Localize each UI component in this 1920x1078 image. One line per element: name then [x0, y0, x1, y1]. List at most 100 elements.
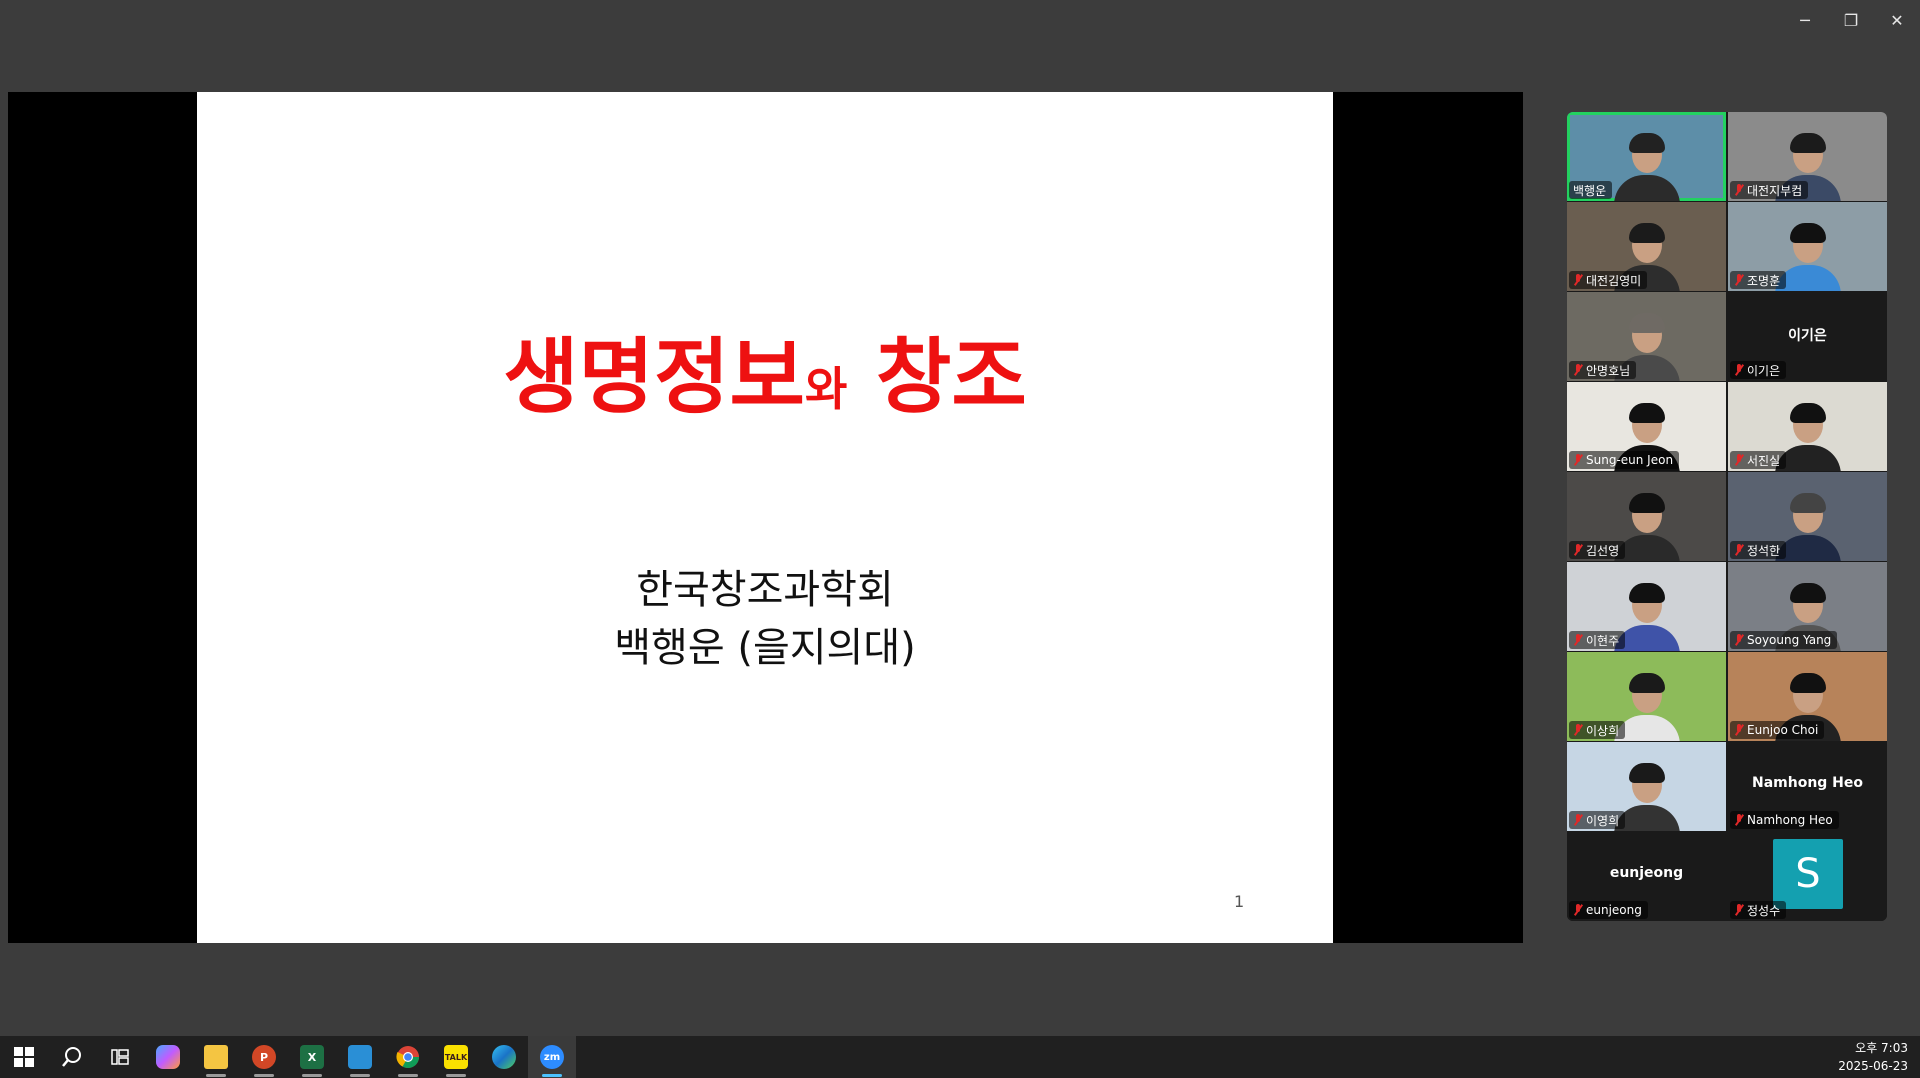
- slide-title-particle: 와: [804, 362, 848, 416]
- chrome-button[interactable]: [384, 1036, 432, 1078]
- participant-tile[interactable]: 김선영: [1567, 472, 1726, 561]
- powerpoint-button[interactable]: P: [240, 1036, 288, 1078]
- task-view-icon: [111, 1049, 129, 1065]
- mic-muted-icon: [1573, 543, 1583, 557]
- mic-muted-icon: [1734, 273, 1744, 287]
- chrome-icon: [396, 1046, 419, 1068]
- participant-tile[interactable]: 서진실: [1728, 382, 1887, 471]
- participant-name-label: eunjeong: [1569, 901, 1648, 919]
- participant-name: 대전지부컴: [1747, 183, 1803, 198]
- mic-muted-icon: [1734, 723, 1744, 737]
- windows-start-icon: [14, 1047, 34, 1067]
- participant-name: Soyoung Yang: [1747, 633, 1832, 647]
- participant-tile[interactable]: Sung-eun Jeon: [1567, 382, 1726, 471]
- system-clock[interactable]: 오후 7:03 2025-06-23: [1838, 1039, 1908, 1075]
- running-indicator: [254, 1074, 274, 1077]
- clock-time: 오후 7:03: [1855, 1041, 1908, 1055]
- zoom-button[interactable]: zm: [528, 1036, 576, 1078]
- participant-tile[interactable]: 이영희: [1567, 742, 1726, 831]
- participant-tile[interactable]: Soyoung Yang: [1728, 562, 1887, 651]
- taskbar-search-button[interactable]: [48, 1036, 96, 1078]
- participant-tile[interactable]: S 정성수: [1728, 832, 1887, 921]
- participant-tile[interactable]: eunjeong eunjeong: [1567, 832, 1726, 921]
- file-explorer-button[interactable]: [192, 1036, 240, 1078]
- participant-name-label: 이상희: [1569, 721, 1626, 739]
- edge-icon: [492, 1045, 516, 1069]
- kakaotalk-button[interactable]: TALK: [432, 1036, 480, 1078]
- participant-name-label: 이기은: [1730, 361, 1787, 379]
- clock-date: 2025-06-23: [1838, 1059, 1908, 1073]
- participant-name: 이기은: [1747, 363, 1781, 378]
- zoom-icon: zm: [540, 1045, 564, 1069]
- participant-tile[interactable]: 대전김영미: [1567, 202, 1726, 291]
- slide-page-number: 1: [1234, 892, 1245, 911]
- copilot-button[interactable]: [144, 1036, 192, 1078]
- participant-name: Eunjoo Choi: [1747, 723, 1819, 737]
- excel-icon: X: [300, 1045, 324, 1069]
- participant-name: 서진실: [1747, 453, 1781, 468]
- minimize-button[interactable]: ─: [1782, 0, 1828, 40]
- participant-name: 이상희: [1586, 723, 1620, 738]
- running-indicator: [206, 1074, 226, 1077]
- participant-name-label: 이현주: [1569, 631, 1626, 649]
- participant-name: 김선영: [1586, 543, 1620, 558]
- excel-button[interactable]: X: [288, 1036, 336, 1078]
- participant-name: Namhong Heo: [1747, 813, 1833, 827]
- slide-title-main: 생명정보: [503, 330, 805, 425]
- participant-tile[interactable]: 안명호님: [1567, 292, 1726, 381]
- participant-tile[interactable]: Namhong Heo Namhong Heo: [1728, 742, 1887, 831]
- participant-video: [1612, 131, 1682, 201]
- shared-screen: 생명정보와 창조 한국창조과학회 백행운 (을지의대) 1: [8, 92, 1523, 943]
- file-explorer-icon: [204, 1045, 228, 1069]
- participant-name: 안명호님: [1586, 363, 1631, 378]
- close-button[interactable]: ✕: [1874, 0, 1920, 40]
- copilot-icon: [156, 1045, 180, 1069]
- edge-button[interactable]: [480, 1036, 528, 1078]
- slide-subtitle-author: 백행운 (을지의대): [614, 625, 916, 671]
- participant-display-name: Namhong Heo: [1751, 775, 1864, 791]
- participant-tile[interactable]: 대전지부컴: [1728, 112, 1887, 201]
- participant-tile[interactable]: 백행운: [1567, 112, 1726, 201]
- participant-gallery: 백행운 대전지부컴 대전김영미 조명훈 안명호님 이기은 이기은 Sung-eun Jeon 서…: [1567, 112, 1887, 921]
- participant-name: 대전김영미: [1586, 273, 1642, 288]
- participant-name-label: 안명호님: [1569, 361, 1637, 379]
- participant-name-label: Namhong Heo: [1730, 811, 1839, 829]
- participant-avatar: S: [1773, 839, 1843, 909]
- window-controls: ─ ❐ ✕: [1782, 0, 1920, 40]
- running-indicator: [398, 1074, 418, 1077]
- running-indicator: [446, 1074, 466, 1077]
- participant-name: 이현주: [1586, 633, 1620, 648]
- kakaotalk-icon: TALK: [444, 1045, 468, 1069]
- participant-name: 이영희: [1586, 813, 1620, 828]
- participant-tile[interactable]: 정석한: [1728, 472, 1887, 561]
- hangul-icon: [348, 1045, 372, 1069]
- mic-muted-icon: [1734, 813, 1744, 827]
- participant-name-label: 이영희: [1569, 811, 1626, 829]
- participant-tile[interactable]: 이기은 이기은: [1728, 292, 1887, 381]
- mic-muted-icon: [1573, 813, 1583, 827]
- task-view-button[interactable]: [96, 1036, 144, 1078]
- participant-tile[interactable]: 이현주: [1567, 562, 1726, 651]
- mic-muted-icon: [1734, 183, 1744, 197]
- participant-name-label: 백행운: [1569, 181, 1613, 199]
- participant-tile[interactable]: 조명훈: [1728, 202, 1887, 291]
- mic-muted-icon: [1734, 903, 1744, 917]
- participant-tile[interactable]: 이상희: [1567, 652, 1726, 741]
- start-button[interactable]: [0, 1036, 48, 1078]
- mic-muted-icon: [1734, 453, 1744, 467]
- participant-name-label: 정성수: [1730, 901, 1787, 919]
- slide-title-end: 창조: [875, 330, 1027, 425]
- participant-name-label: 대전지부컴: [1730, 181, 1809, 199]
- mic-muted-icon: [1734, 543, 1744, 557]
- hangul-button[interactable]: [336, 1036, 384, 1078]
- participant-display-name: eunjeong: [1609, 865, 1684, 881]
- restore-button[interactable]: ❐: [1828, 0, 1874, 40]
- mic-muted-icon: [1573, 723, 1583, 737]
- participant-name-label: 조명훈: [1730, 271, 1787, 289]
- running-indicator: [542, 1074, 562, 1077]
- mic-muted-icon: [1573, 363, 1583, 377]
- participant-display-name: 이기은: [1788, 328, 1827, 344]
- mic-muted-icon: [1734, 633, 1744, 647]
- search-icon: [62, 1047, 81, 1067]
- participant-tile[interactable]: Eunjoo Choi: [1728, 652, 1887, 741]
